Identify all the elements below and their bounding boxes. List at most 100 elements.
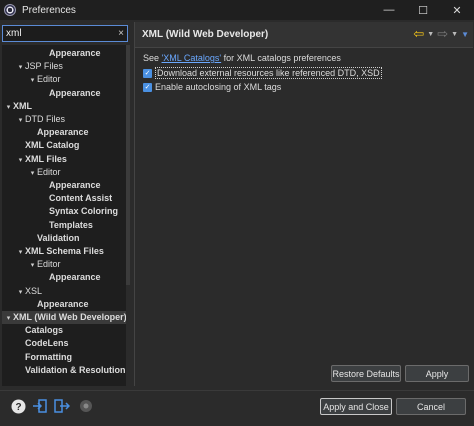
tree-item-label: XML Catalog (25, 140, 80, 151)
tree-item[interactable]: ▾ DTD Files (2, 113, 126, 126)
history-nav: ⇦ ▼ ⇨ ▼ ▼ (413, 26, 469, 42)
tree-item[interactable]: Syntax Coloring (2, 205, 126, 218)
tree-item[interactable]: Templates (2, 219, 126, 232)
expand-toggle-icon[interactable]: ▾ (28, 74, 37, 87)
tree-item-label: Editor (37, 166, 61, 177)
window-title: Preferences (22, 4, 76, 16)
eclipse-app-icon (4, 4, 16, 16)
back-arrow-icon[interactable]: ⇦ (413, 26, 424, 42)
tree-item[interactable]: Validation (2, 232, 126, 245)
tree-item[interactable]: Appearance (2, 179, 126, 192)
back-dropdown-icon[interactable]: ▼ (427, 31, 434, 38)
page-header: XML (Wild Web Developer) ⇦ ▼ ⇨ ▼ ▼ (135, 22, 473, 48)
preferences-nav-pane: xml × Appearance ▾ JSP Files ▾ Editor Appeara… (2, 22, 130, 386)
forward-dropdown-icon[interactable]: ▼ (451, 31, 458, 38)
apply-and-close-button[interactable]: Apply and Close (320, 398, 392, 415)
tree-item-label: Templates (49, 219, 93, 230)
autoclosing-checkbox[interactable]: ✓ (143, 82, 152, 92)
tree-item[interactable]: CodeLens (2, 337, 126, 350)
tree-item[interactable]: Appearance (2, 47, 126, 60)
apply-button[interactable]: Apply (405, 365, 469, 382)
tree-item-label: Syntax Coloring (49, 206, 119, 217)
import-icon[interactable] (32, 398, 48, 414)
tree-item-label: DTD Files (25, 114, 65, 124)
tree-item-label: Appearance (49, 87, 101, 98)
tree-item-label: Appearance (37, 127, 89, 138)
autoclosing-option[interactable]: ✓ Enable autoclosing of XML tags (143, 82, 281, 92)
tree-item[interactable]: Catalogs (2, 324, 126, 337)
download-resources-checkbox[interactable]: ✓ (143, 68, 152, 78)
minimize-button[interactable]: — (372, 0, 406, 20)
export-icon[interactable] (54, 398, 70, 414)
tree-item-label: Formatting (25, 351, 72, 362)
xml-catalogs-link[interactable]: 'XML Catalogs' (162, 53, 222, 63)
tree-item[interactable]: Appearance (2, 298, 126, 311)
dialog-footer: ? Apply and Close Cancel (0, 390, 474, 426)
download-resources-label[interactable]: Download external resources like referen… (155, 67, 382, 79)
oomph-icon[interactable] (78, 398, 94, 414)
filter-input[interactable]: xml (3, 28, 115, 39)
tree-item[interactable]: ▾ XSL (2, 285, 126, 298)
tree-item[interactable]: ▾ XML Files (2, 153, 126, 166)
tree-item-label: Editor (37, 74, 61, 85)
title-bar: Preferences — ☐ ✕ (0, 0, 474, 20)
expand-toggle-icon[interactable]: ▾ (16, 154, 25, 167)
cancel-button[interactable]: Cancel (396, 398, 466, 415)
tree-scrollbar[interactable] (126, 45, 130, 386)
restore-defaults-button[interactable]: Restore Defaults (331, 365, 401, 382)
tree-item-label: CodeLens (25, 338, 69, 349)
help-icon[interactable]: ? (10, 398, 26, 414)
see-prefix: See (143, 53, 162, 63)
tree-item-label: Catalogs (25, 325, 64, 336)
tree-item[interactable]: XML Catalog (2, 139, 126, 152)
tree-item-label: Editor (37, 259, 61, 270)
tree-scrollbar-thumb[interactable] (126, 45, 130, 285)
tree-item[interactable]: Appearance (2, 126, 126, 139)
expand-toggle-icon[interactable]: ▾ (16, 61, 25, 74)
forward-arrow-icon[interactable]: ⇨ (437, 26, 448, 42)
autoclosing-label[interactable]: Enable autoclosing of XML tags (155, 82, 281, 92)
tree-item[interactable]: Validation & Resolution (2, 364, 126, 377)
tree-item[interactable]: ▾ JSP Files (2, 60, 126, 73)
expand-toggle-icon[interactable]: ▾ (4, 312, 13, 325)
expand-toggle-icon[interactable]: ▾ (16, 246, 25, 259)
tree-item-label: Validation & Resolution (25, 364, 126, 375)
expand-toggle-icon[interactable]: ▾ (16, 114, 25, 127)
expand-toggle-icon[interactable]: ▾ (16, 286, 25, 299)
tree-item[interactable]: ▾ XML (Wild Web Developer) (2, 311, 126, 324)
tree-item[interactable]: Formatting (2, 351, 126, 364)
tree-item[interactable]: Appearance (2, 87, 126, 100)
tree-item-label: JSP Files (25, 61, 63, 72)
tree-item[interactable]: ▾ Editor (2, 73, 126, 86)
close-window-button[interactable]: ✕ (440, 0, 474, 20)
svg-text:?: ? (15, 402, 21, 413)
tree-item[interactable]: Appearance (2, 271, 126, 284)
maximize-button[interactable]: ☐ (406, 0, 440, 20)
catalog-info-line: See 'XML Catalogs' for XML catalogs pref… (143, 53, 341, 63)
tree-item-label: Appearance (37, 298, 89, 309)
view-menu-icon[interactable]: ▼ (461, 30, 469, 39)
tree-item-label: Validation (37, 232, 80, 243)
tree-item-label: XML Schema Files (25, 246, 104, 256)
tree-item-label: XML (Wild Web Developer) (13, 312, 126, 322)
filter-input-box[interactable]: xml × (2, 25, 128, 42)
tree-item[interactable]: ▾ Editor (2, 166, 126, 179)
tree-item[interactable]: ▾ Editor (2, 258, 126, 271)
see-suffix: for XML catalogs preferences (221, 53, 341, 63)
tree-item-label: Appearance (49, 180, 101, 190)
tree-item[interactable]: ▾ XML (2, 100, 126, 113)
tree-item-label: Content Assist (49, 193, 113, 204)
tree-item-label: XML (13, 100, 32, 111)
clear-filter-icon[interactable]: × (115, 28, 127, 39)
preference-tree: Appearance ▾ JSP Files ▾ Editor Appearance ▾ XM… (2, 45, 126, 386)
expand-toggle-icon[interactable]: ▾ (28, 259, 37, 272)
tree-item[interactable]: ▾ XML Schema Files (2, 245, 126, 258)
tree-item-label: XSL (25, 285, 43, 296)
preference-page: XML (Wild Web Developer) ⇦ ▼ ⇨ ▼ ▼ See '… (134, 22, 473, 386)
tree-item[interactable]: Content Assist (2, 192, 126, 205)
tree-item-label: XML Files (25, 153, 67, 164)
tree-item-label: Appearance (49, 48, 101, 58)
download-resources-option[interactable]: ✓ Download external resources like refer… (143, 67, 382, 79)
expand-toggle-icon[interactable]: ▾ (28, 167, 37, 180)
expand-toggle-icon[interactable]: ▾ (4, 101, 13, 114)
